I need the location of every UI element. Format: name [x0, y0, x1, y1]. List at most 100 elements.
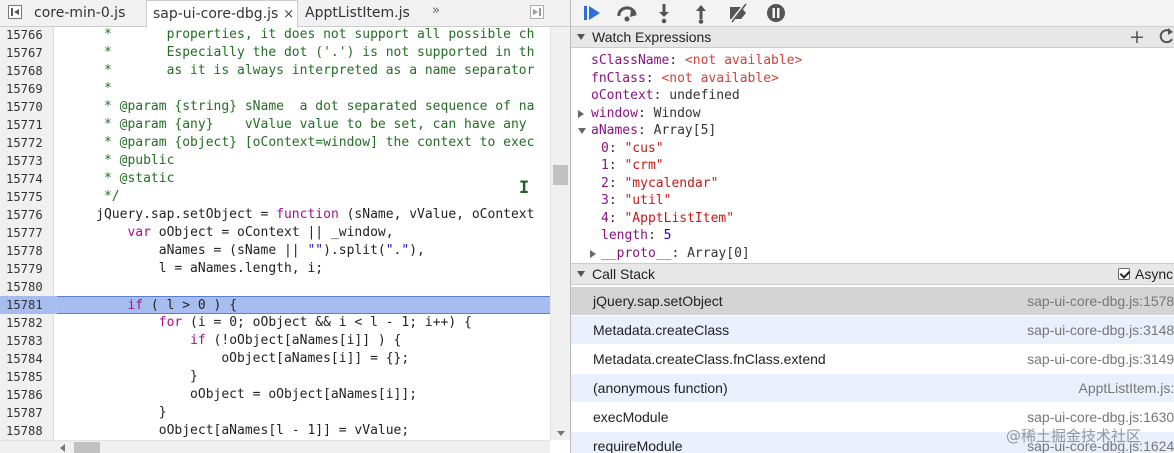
call-frame[interactable]: Metadata.createClass sap-ui-core-dbg.js:3… — [571, 316, 1174, 345]
code-line[interactable]: 15774 * @static — [0, 170, 550, 188]
code-line[interactable]: 15780 — [0, 278, 550, 296]
step-out-icon[interactable] — [690, 2, 712, 24]
code-line[interactable]: 15788 oObject[aNames[l - 1]] = vValue; — [0, 422, 550, 440]
line-number[interactable]: 15782 — [0, 314, 52, 332]
code-line[interactable]: 15775 */ — [0, 188, 550, 206]
frame-location-link[interactable]: sap-ui-core-dbg.js:31485 — [1027, 316, 1174, 345]
watch-name: aNames: Array[5] — [591, 123, 717, 138]
tab-appt-list-item[interactable]: ApptListItem.js — [299, 0, 410, 27]
tab-core-min[interactable]: core-min-0.js — [28, 0, 125, 27]
watch-row[interactable]: 4: "ApptListItem" — [571, 210, 1174, 228]
watch-row[interactable]: window: Window — [571, 105, 1174, 123]
line-number[interactable]: 15776 — [0, 206, 52, 224]
expand-triangle-icon[interactable] — [590, 249, 596, 258]
more-tabs-icon[interactable]: » — [432, 3, 440, 18]
call-stack-header[interactable]: Call Stack Async — [571, 263, 1174, 285]
line-number[interactable]: 15775 — [0, 188, 52, 206]
watch-row[interactable]: sClassName: <not available> — [571, 52, 1174, 70]
toggle-navigator-icon[interactable] — [8, 5, 22, 19]
resume-icon[interactable] — [581, 2, 603, 24]
code-line[interactable]: 15769 * — [0, 80, 550, 98]
call-frame[interactable]: (anonymous function) ApptListItem.js:4 — [571, 374, 1174, 403]
scrollbar-thumb[interactable] — [553, 165, 568, 185]
collapse-triangle-icon[interactable] — [578, 128, 586, 134]
call-frame-selected[interactable]: jQuery.sap.setObject sap-ui-core-dbg.js:1… — [571, 287, 1174, 316]
code-line[interactable]: 15782 for (i = 0; oObject && i < l - 1; … — [0, 314, 550, 332]
code-line[interactable]: 15777 var oObject = oContext || _window, — [0, 224, 550, 242]
scroll-left-icon[interactable] — [60, 444, 65, 452]
code-line[interactable]: 15783 if (!oObject[aNames[i]] ) { — [0, 332, 550, 350]
code-line[interactable]: 15786 oObject = oObject[aNames[i]]; — [0, 386, 550, 404]
line-number[interactable]: 15779 — [0, 260, 52, 278]
editor-horizontal-scrollbar[interactable] — [0, 440, 550, 453]
editor-vertical-scrollbar[interactable] — [550, 27, 570, 440]
watch-expressions-header[interactable]: Watch Expressions + — [571, 26, 1174, 48]
line-number[interactable]: 15767 — [0, 44, 52, 62]
line-number[interactable]: 15788 — [0, 422, 52, 440]
line-number[interactable]: 15787 — [0, 404, 52, 422]
pause-on-exceptions-icon[interactable] — [765, 2, 787, 24]
watch-row[interactable]: 2: "mycalendar" — [571, 175, 1174, 193]
watch-row[interactable]: aNames: Array[5] — [571, 122, 1174, 140]
line-number[interactable]: 15780 — [0, 278, 52, 296]
line-number[interactable]: 15785 — [0, 368, 52, 386]
watch-row[interactable]: __proto__: Array[0] — [571, 245, 1174, 263]
refresh-icon[interactable] — [1157, 26, 1174, 49]
code-line[interactable]: 15778 aNames = (sName || "").split("."), — [0, 242, 550, 260]
line-number[interactable]: 15778 — [0, 242, 52, 260]
expand-triangle-icon[interactable] — [578, 109, 584, 118]
close-tab-icon[interactable]: × — [283, 1, 294, 28]
code-line[interactable]: 15770 * @param {string} sName a dot sepa… — [0, 98, 550, 116]
watch-value: "crm" — [624, 158, 664, 173]
section-title: Watch Expressions — [592, 29, 712, 45]
scrollbar-thumb[interactable] — [74, 442, 100, 453]
code-line[interactable]: 15771 * @param {any} vValue value to be … — [0, 116, 550, 134]
line-number[interactable]: 15769 — [0, 80, 52, 98]
frame-location-link[interactable]: sap-ui-core-dbg.js:15781 — [1027, 287, 1174, 316]
call-frame[interactable]: Metadata.createClass.fnClass.extend sap-u… — [571, 345, 1174, 374]
deactivate-breakpoints-icon[interactable] — [727, 2, 749, 24]
frame-location-link[interactable]: sap-ui-core-dbg.js:31494 — [1027, 345, 1174, 374]
code-editor[interactable]: 15766 * properties, it does not support … — [0, 27, 550, 440]
line-number[interactable]: 15772 — [0, 134, 52, 152]
line-number[interactable]: 15771 — [0, 116, 52, 134]
code-line[interactable]: 15772 * @param {object} [oContext=window… — [0, 134, 550, 152]
watch-row[interactable]: fnClass: <not available> — [571, 70, 1174, 88]
code-line[interactable]: 15787 } — [0, 404, 550, 422]
code-text: * @param {any} vValue value to be set, c… — [57, 117, 527, 132]
line-number[interactable]: 15783 — [0, 332, 52, 350]
line-number[interactable]: 15766 — [0, 27, 52, 44]
code-line[interactable]: 15773 * @public — [0, 152, 550, 170]
watch-row[interactable]: 0: "cus" — [571, 140, 1174, 158]
code-line[interactable]: 15766 * properties, it does not support … — [0, 27, 550, 44]
line-number[interactable]: 15786 — [0, 386, 52, 404]
scroll-down-icon[interactable] — [557, 431, 565, 436]
line-number[interactable]: 15781 — [0, 296, 52, 314]
code-line[interactable]: 15767 * Especially the dot ('.') is not … — [0, 44, 550, 62]
toggle-debugger-icon[interactable] — [530, 5, 544, 19]
step-into-icon[interactable] — [653, 2, 675, 24]
watch-row[interactable]: oContext: undefined — [571, 87, 1174, 105]
watch-value: undefined — [669, 88, 740, 103]
frame-location-link[interactable]: ApptListItem.js:4 — [1079, 374, 1174, 403]
watch-row[interactable]: length: 5 — [571, 227, 1174, 245]
line-number[interactable]: 15770 — [0, 98, 52, 116]
code-line[interactable]: 15784 oObject[aNames[i]] = {}; — [0, 350, 550, 368]
watch-value: "ApptListItem" — [624, 210, 735, 226]
code-line[interactable]: 15785 } — [0, 368, 550, 386]
add-watch-icon[interactable]: + — [1129, 26, 1145, 48]
tab-sap-ui-core-dbg[interactable]: sap-ui-core-dbg.js × — [146, 0, 298, 28]
code-line[interactable]: 15776 jQuery.sap.setObject = function (s… — [0, 206, 550, 224]
line-number[interactable]: 15777 — [0, 224, 52, 242]
code-line-current[interactable]: 15781 if ( l > 0 ) { — [0, 296, 550, 314]
watch-row[interactable]: 3: "util" — [571, 192, 1174, 210]
step-over-icon[interactable] — [616, 2, 638, 24]
line-number[interactable]: 15774 — [0, 170, 52, 188]
line-number[interactable]: 15784 — [0, 350, 52, 368]
code-line[interactable]: 15779 l = aNames.length, i; — [0, 260, 550, 278]
code-line[interactable]: 15768 * as it is always interpreted as a… — [0, 62, 550, 80]
watch-row[interactable]: 1: "crm" — [571, 157, 1174, 175]
async-checkbox[interactable] — [1118, 268, 1130, 280]
line-number[interactable]: 15768 — [0, 62, 52, 80]
line-number[interactable]: 15773 — [0, 152, 52, 170]
